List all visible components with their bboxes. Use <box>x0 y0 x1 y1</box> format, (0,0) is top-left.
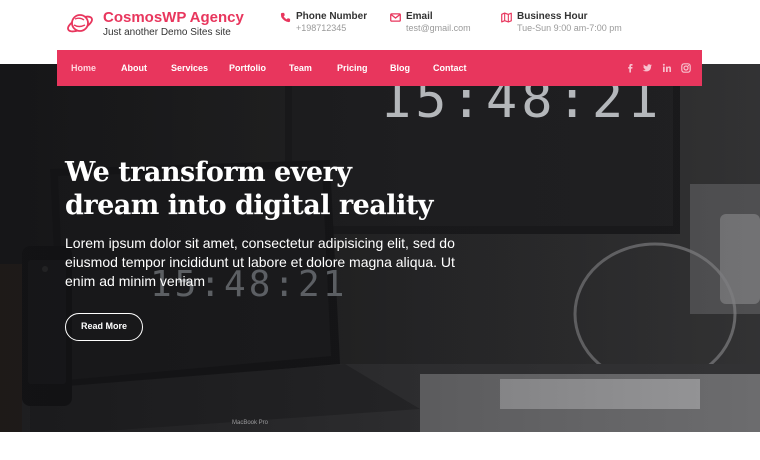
mail-icon <box>390 13 401 22</box>
main-navigation: Home About Services Portfolio Team Prici… <box>57 50 702 86</box>
map-icon <box>501 12 512 23</box>
planet-logo-icon[interactable] <box>66 9 94 37</box>
instagram-icon[interactable] <box>680 62 692 74</box>
hero-description: Lorem ipsum dolor sit amet, consectetur … <box>65 235 455 289</box>
hero-title-line-1: We transform every <box>65 157 352 188</box>
nav-item-blog[interactable]: Blog <box>390 50 410 86</box>
site-title[interactable]: CosmosWP Agency <box>103 9 244 26</box>
phone-icon <box>280 12 291 23</box>
nav-item-about[interactable]: About <box>121 50 147 86</box>
nav-item-portfolio[interactable]: Portfolio <box>229 50 266 86</box>
email-label: Email <box>406 11 433 22</box>
twitter-icon[interactable] <box>641 62 653 74</box>
phone-value[interactable]: +198712345 <box>296 23 346 33</box>
hero-title-line-2: dream into digital reality <box>65 190 433 221</box>
site-tagline: Just another Demo Sites site <box>103 27 231 38</box>
hero-title: We transform every dream into digital re… <box>65 156 433 222</box>
page-bottom-strip <box>0 432 760 460</box>
nav-item-home[interactable]: Home <box>71 50 96 86</box>
hours-value: Tue-Sun 9:00 am-7:00 pm <box>517 23 622 33</box>
laptop-brand-label: MacBook Pro <box>232 420 269 426</box>
facebook-icon[interactable] <box>624 62 636 74</box>
nav-item-services[interactable]: Services <box>171 50 208 86</box>
nav-item-team[interactable]: Team <box>289 50 312 86</box>
linkedin-icon[interactable] <box>661 62 673 74</box>
hero-section: 15:48:21 15:48:21 MacBook Pro We transfo… <box>0 64 760 432</box>
read-more-button[interactable]: Read More <box>65 313 143 341</box>
nav-item-pricing[interactable]: Pricing <box>337 50 368 86</box>
hours-label: Business Hour <box>517 11 588 22</box>
email-value[interactable]: test@gmail.com <box>406 23 471 33</box>
phone-label: Phone Number <box>296 11 368 22</box>
nav-item-contact[interactable]: Contact <box>433 50 467 86</box>
